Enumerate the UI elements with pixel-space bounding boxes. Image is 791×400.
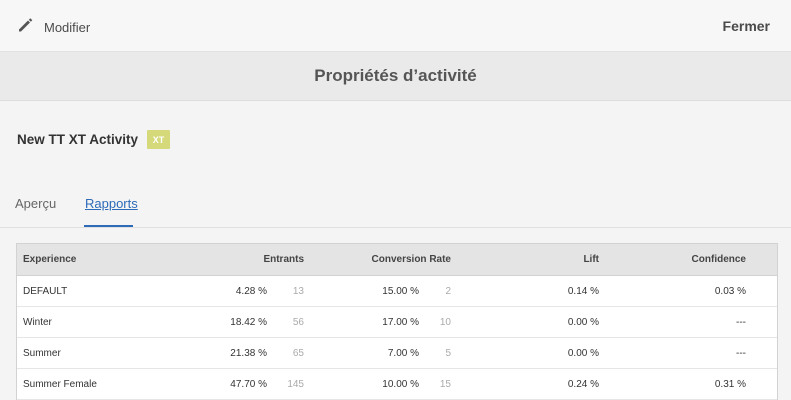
column-header-entrants[interactable]: Entrants (263, 244, 304, 275)
entrants-percent: 4.28 % (235, 285, 267, 297)
lift-value: 0.14 % (567, 285, 599, 297)
lift-value: 0.24 % (567, 378, 599, 390)
title-bar: Propriétés d’activité (0, 52, 791, 101)
tab-apercu[interactable]: Aperçu (15, 196, 56, 211)
table-row[interactable]: Winter 18.42 % 56 17.00 % 10 0.00 % --- (17, 307, 777, 338)
top-bar: Modifier Fermer (0, 0, 791, 52)
confidence-value: --- (736, 347, 746, 359)
page-title: Propriétés d’activité (314, 66, 477, 85)
confidence-value: --- (736, 316, 746, 328)
active-tab-indicator (84, 225, 133, 227)
column-header-confidence[interactable]: Confidence (692, 244, 746, 275)
entrants-count: 56 (292, 316, 304, 328)
conversion-count: 2 (445, 285, 451, 297)
close-button[interactable]: Fermer (723, 18, 770, 34)
experience-name: Summer (23, 347, 61, 359)
table-row[interactable]: Summer Female 47.70 % 145 10.00 % 15 0.2… (17, 369, 777, 400)
conversion-count: 15 (439, 378, 451, 390)
conversion-rate-percent: 15.00 % (382, 285, 419, 297)
report-table: Experience Entrants Conversion Rate Lift… (16, 243, 778, 400)
entrants-percent: 47.70 % (230, 378, 267, 390)
table-header: Experience Entrants Conversion Rate Lift… (17, 244, 777, 276)
tab-rapports[interactable]: Rapports (85, 196, 138, 211)
confidence-value: 0.03 % (714, 285, 746, 297)
entrants-count: 13 (292, 285, 304, 297)
experience-name: Winter (23, 316, 52, 328)
column-header-conversion-rate[interactable]: Conversion Rate (372, 244, 451, 275)
edit-button[interactable]: Modifier (16, 17, 90, 37)
activity-type-badge: XT (147, 130, 171, 149)
column-header-experience[interactable]: Experience (23, 244, 76, 275)
column-header-lift[interactable]: Lift (583, 244, 599, 275)
table-row[interactable]: Summer 21.38 % 65 7.00 % 5 0.00 % --- (17, 338, 777, 369)
edit-label: Modifier (44, 19, 91, 35)
activity-name: New TT XT Activity (17, 132, 139, 147)
entrants-count: 65 (292, 347, 304, 359)
entrants-percent: 18.42 % (230, 316, 267, 328)
conversion-rate-percent: 17.00 % (382, 316, 419, 328)
lift-value: 0.00 % (567, 347, 599, 359)
conversion-count: 5 (445, 347, 451, 359)
conversion-count: 10 (439, 316, 451, 328)
experience-name: DEFAULT (23, 285, 68, 297)
lift-value: 0.00 % (567, 316, 599, 328)
pencil-icon (16, 16, 34, 39)
table-row[interactable]: DEFAULT 4.28 % 13 15.00 % 2 0.14 % 0.03 … (17, 276, 777, 307)
tab-bar: Aperçu Rapports (0, 188, 791, 228)
activity-header: New TT XT Activity XT (17, 130, 171, 149)
experience-name: Summer Female (23, 378, 97, 390)
conversion-rate-percent: 7.00 % (387, 347, 419, 359)
confidence-value: 0.31 % (714, 378, 746, 390)
conversion-rate-percent: 10.00 % (382, 378, 419, 390)
entrants-count: 145 (287, 378, 304, 390)
entrants-percent: 21.38 % (230, 347, 267, 359)
